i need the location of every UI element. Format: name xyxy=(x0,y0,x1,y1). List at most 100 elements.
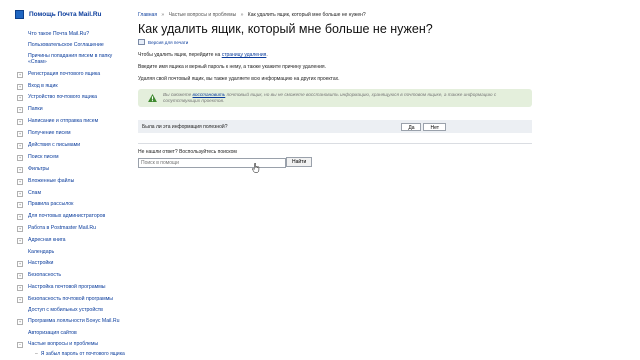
search-button[interactable]: Найти xyxy=(286,157,313,167)
sidebar-item[interactable]: + Устройство почтового ящика xyxy=(17,94,132,102)
sidebar-item[interactable]: + Настройка почтовой программы xyxy=(17,284,132,291)
expand-icon[interactable]: + xyxy=(17,83,23,90)
expand-icon[interactable]: + xyxy=(17,190,23,197)
sidebar-item[interactable]: Что такое Почта Mail.Ru? xyxy=(17,31,132,37)
sidebar-item-label: Доступ с мобильных устройств xyxy=(28,307,103,314)
sidebar-item[interactable]: + Для почтовых администраторов xyxy=(17,213,132,221)
sidebar-item-label: Для почтовых администраторов xyxy=(28,213,106,220)
breadcrumb-current: Как удалить ящик, который мне больше не … xyxy=(247,12,366,18)
expand-icon[interactable]: + xyxy=(17,95,23,102)
search-label: Не нашли ответ? Воспользуйтесь поиском xyxy=(138,149,237,155)
sidebar-item-label: Получение писем xyxy=(28,130,71,137)
expand-icon[interactable]: + xyxy=(17,272,23,279)
sidebar-item[interactable]: − Частые вопросы и проблемы xyxy=(17,341,132,349)
sidebar-item[interactable]: + Папки xyxy=(17,106,132,114)
sidebar-item[interactable]: + Безопасность почтовой программы xyxy=(17,296,132,303)
expand-icon[interactable]: + xyxy=(17,107,23,114)
sidebar-item[interactable]: + Вложенные файлы xyxy=(17,178,132,185)
paragraph-text: Чтобы удалить ящик, перейдите на xyxy=(138,52,222,58)
sidebar-item-label: Устройство почтового ящика xyxy=(28,94,97,101)
sidebar-item[interactable]: + Спам xyxy=(17,190,132,197)
sidebar-item-label: Адресная книга xyxy=(28,237,66,244)
expand-icon[interactable]: + xyxy=(17,143,23,150)
mailru-help-logo-icon xyxy=(15,10,24,19)
sidebar-nav: Что такое Почта Mail.Ru? Пользовательское… xyxy=(17,31,132,357)
sidebar-item-label: Программа лояльности Бонус Mail.Ru xyxy=(28,318,120,325)
feedback-yes-button[interactable]: Да xyxy=(401,122,422,131)
page-title: Как удалить ящик, который мне больше не … xyxy=(138,22,433,36)
sidebar-item-label: Вход в ящик xyxy=(28,82,58,89)
expand-icon[interactable]: + xyxy=(17,202,23,209)
bullet-icon: – xyxy=(35,351,38,358)
print-version-label: Версия для печати xyxy=(148,39,189,45)
sidebar-item-label: Работа в Postmaster Mail.Ru xyxy=(28,225,97,232)
sidebar-item-label: Безопасность почтовой программы xyxy=(28,295,114,302)
sidebar-item[interactable]: + Настройки xyxy=(17,260,132,267)
breadcrumb-faq[interactable]: Частые вопросы и проблемы xyxy=(169,12,237,18)
sidebar-item[interactable]: Календарь xyxy=(17,249,132,255)
sidebar-item[interactable]: + Написание и отправка писем xyxy=(17,118,132,126)
sidebar-item[interactable]: Авторизация сайтов xyxy=(17,330,132,336)
sidebar-item-label: Пользовательское Соглашение xyxy=(28,41,104,48)
expand-icon[interactable]: + xyxy=(17,284,23,291)
sidebar-item[interactable]: + Адресная книга xyxy=(17,237,132,245)
paragraph-data-removal: Удаляя свой почтовый ящик, вы также удал… xyxy=(138,76,340,82)
sidebar-item-label: Регистрация почтового ящика xyxy=(28,70,101,77)
expand-icon[interactable]: + xyxy=(17,226,23,233)
sidebar-item-label: Правила рассылок xyxy=(28,201,74,208)
sidebar-item[interactable]: + Вход в ящик xyxy=(17,83,132,90)
expand-icon[interactable]: + xyxy=(17,154,23,161)
sidebar-item[interactable]: Доступ с мобильных устройств xyxy=(17,307,132,313)
sidebar-item-label: Вложенные файлы xyxy=(28,177,75,184)
divider xyxy=(138,143,532,144)
print-version-link[interactable]: Версия для печати xyxy=(138,39,188,45)
sidebar-item[interactable]: Причины попадания писем в папку «Спам» xyxy=(17,53,132,66)
feedback-question: Была ли эта информация полезной? xyxy=(142,123,228,130)
sidebar-item-label: Спам xyxy=(28,189,42,196)
collapse-icon[interactable]: − xyxy=(17,342,23,349)
expand-icon[interactable]: + xyxy=(17,119,23,126)
expand-icon[interactable]: + xyxy=(17,71,23,78)
sidebar-item-label: Настройка почтовой программы xyxy=(28,283,106,290)
breadcrumb-separator: » xyxy=(161,12,165,18)
sidebar-item[interactable]: + Фильтры xyxy=(17,166,132,173)
expand-icon[interactable]: + xyxy=(17,214,23,221)
sidebar-item-label: Что такое Почта Mail.Ru? xyxy=(28,31,90,37)
sidebar: Помощь Почта Mail.Ru Что такое Почта Mai… xyxy=(0,0,132,360)
sidebar-item[interactable]: Пользовательское Соглашение xyxy=(17,42,132,48)
delete-page-link[interactable]: страницу удаления xyxy=(222,52,267,58)
sidebar-subitem-label: Я забыл пароль от почтового ящика xyxy=(40,351,125,358)
breadcrumb-home[interactable]: Главная xyxy=(138,12,157,18)
warning-box: Вы сможете восстановить почтовый ящик, н… xyxy=(138,89,532,107)
expand-icon[interactable]: + xyxy=(17,260,23,267)
sidebar-item[interactable]: + Поиск писем xyxy=(17,154,132,161)
sidebar-item[interactable]: + Действия с письмами xyxy=(17,142,132,150)
hand-cursor-icon xyxy=(252,163,260,173)
sidebar-item-label: Фильтры xyxy=(28,165,50,172)
sidebar-item[interactable]: + Правила рассылок xyxy=(17,201,132,209)
sidebar-subitem-forgot-password[interactable]: – Я забыл пароль от почтового ящика xyxy=(35,351,132,357)
sidebar-item[interactable]: + Безопасность xyxy=(17,272,132,279)
expand-icon[interactable]: + xyxy=(17,178,23,185)
expand-icon[interactable]: + xyxy=(17,238,23,245)
sidebar-item-label: Написание и отправка писем xyxy=(28,118,99,125)
expand-icon[interactable]: + xyxy=(17,319,23,326)
sidebar-item[interactable]: + Получение писем xyxy=(17,130,132,138)
search-input[interactable] xyxy=(138,158,286,168)
sidebar-item-label: Безопасность xyxy=(28,271,62,278)
sidebar-item[interactable]: + Регистрация почтового ящика xyxy=(17,71,132,78)
help-home-link[interactable]: Помощь Почта Mail.Ru xyxy=(15,10,102,19)
sidebar-item[interactable]: + Программа лояльности Бонус Mail.Ru xyxy=(17,318,132,326)
restore-link[interactable]: восстановить xyxy=(193,92,226,97)
paragraph-delete-instructions: Чтобы удалить ящик, перейдите на страниц… xyxy=(138,52,268,58)
expand-icon[interactable]: + xyxy=(17,296,23,303)
expand-icon[interactable]: + xyxy=(17,166,23,173)
warning-text: Вы сможете восстановить почтовый ящик, н… xyxy=(163,92,523,104)
expand-icon[interactable]: + xyxy=(17,131,23,138)
feedback-no-button[interactable]: Нет xyxy=(423,122,446,131)
paragraph-enter-credentials: Введите имя ящика и верный пароль к нему… xyxy=(138,64,326,70)
breadcrumb: Главная » Частые вопросы и проблемы » Ка… xyxy=(138,12,366,18)
sidebar-item[interactable]: + Работа в Postmaster Mail.Ru xyxy=(17,225,132,233)
warning-text-part: Вы сможете xyxy=(163,92,193,97)
sidebar-item-label: Настройки xyxy=(28,259,54,266)
